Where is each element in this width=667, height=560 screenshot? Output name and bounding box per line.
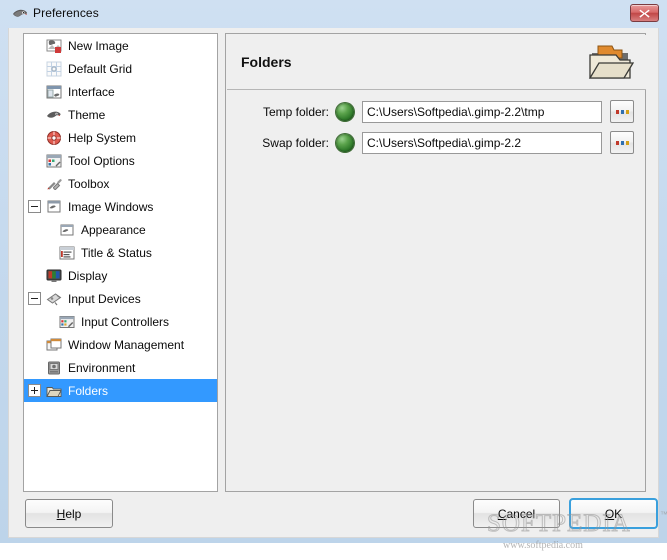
image-windows-icon [46,199,62,215]
sidebar-item-label: Image Windows [68,199,154,214]
tree-expander-spacer [28,85,41,98]
collapse-icon[interactable] [28,200,41,213]
tree-expander-spacer [28,269,41,282]
ok-rest: K [614,506,623,521]
sidebar-item-title-status[interactable]: Title & Status [24,241,217,264]
close-icon[interactable] [630,4,659,22]
title-status-icon [59,245,75,261]
environment-icon [46,360,62,376]
tree-expander-spacer [28,338,41,351]
input-devices-icon [46,291,62,307]
field-row: Temp folder: C:\Users\Softpedia\.gimp-2.2… [226,96,647,127]
folders-panel: Folders Temp folder: C:\Users\Softpedia\.… [225,33,646,492]
sidebar-item-label: Help System [68,130,137,145]
preferences-tree[interactable]: New Image Default Grid Interface Theme Help … [23,33,218,492]
sidebar-item-label: Environment [68,360,136,375]
temp-folder-input[interactable]: C:\Users\Softpedia\.gimp-2.2\tmp [362,100,602,123]
green-led-icon[interactable] [336,133,354,152]
sidebar-item-label: Input Devices [68,291,141,306]
window-title: Preferences [33,6,99,20]
sidebar-item-toolbox[interactable]: Toolbox [24,172,217,195]
field-label: Temp folder: [262,104,329,119]
field-label: Swap folder: [262,135,329,150]
sidebar-item-new-image[interactable]: New Image [24,34,217,57]
sidebar-item-label: Toolbox [68,176,110,191]
browse-button[interactable] [610,100,634,123]
green-led-icon[interactable] [336,102,354,121]
sidebar-item-label: Folders [68,383,109,398]
sidebar-item-theme[interactable]: Theme [24,103,217,126]
new-image-icon [46,38,62,54]
tree-expander-spacer [28,131,41,144]
ok-accel: O [604,506,615,521]
watermark-tm: ™ [660,510,667,519]
title-bar: Preferences [0,0,667,28]
sidebar-item-label: Input Controllers [81,314,170,329]
toolbox-icon [46,176,62,192]
collapse-icon[interactable] [28,292,41,305]
watermark-sub: www.softpedia.com [503,540,583,551]
preferences-window: Preferences New Image Default Grid Interfa… [0,0,667,551]
tree-expander-spacer [28,108,41,121]
folder-fields: Temp folder: C:\Users\Softpedia\.gimp-2.2… [226,96,647,158]
sidebar-item-label: Interface [68,84,115,99]
sidebar-item-label: Theme [68,107,106,122]
input-controllers-icon [59,314,75,330]
sidebar-item-input-controllers[interactable]: Input Controllers [24,310,217,333]
tree-expander-spacer [28,154,41,167]
cancel-button[interactable]: Cancel [473,499,560,528]
sidebar-item-label: Title & Status [81,245,152,260]
tree-expander-spacer [28,62,41,75]
sidebar-item-folders[interactable]: Folders [24,379,217,402]
panel-header: Folders [227,35,646,90]
sidebar-item-environment[interactable]: Environment [24,356,217,379]
sidebar-item-image-windows[interactable]: Image Windows [24,195,217,218]
sidebar-item-appearance[interactable]: Appearance [24,218,217,241]
dialog-body: New Image Default Grid Interface Theme Help … [8,28,667,551]
browse-button[interactable] [610,131,634,154]
sidebar-item-window-management[interactable]: Window Management [24,333,217,356]
page-title: Folders [241,54,292,70]
display-icon [46,268,62,284]
sidebar-item-tool-options[interactable]: Tool Options [24,149,217,172]
theme-icon [46,107,62,123]
cancel-rest: ancel [506,506,536,521]
interface-icon [46,84,62,100]
expand-icon[interactable] [28,384,41,397]
tool-options-icon [46,153,62,169]
help-button[interactable]: Help [25,499,113,528]
tree-expander-spacer [28,361,41,374]
ellipsis-icon [615,140,629,145]
swap-folder-input[interactable]: C:\Users\Softpedia\.gimp-2.2 [362,131,602,154]
sidebar-item-label: Tool Options [68,153,135,168]
sidebar-item-label: New Image [68,38,129,53]
tree-expander-spacer [28,177,41,190]
field-row: Swap folder: C:\Users\Softpedia\.gimp-2.2 [226,127,647,158]
sidebar-item-help-system[interactable]: Help System [24,126,217,149]
tree-expander-spacer [28,39,41,52]
window-management-icon [46,337,62,353]
help-accel: H [56,506,66,521]
sidebar-item-input-devices[interactable]: Input Devices [24,287,217,310]
sidebar-item-label: Window Management [68,337,185,352]
sidebar-item-display[interactable]: Display [24,264,217,287]
sidebar-item-label: Appearance [81,222,146,237]
ok-button[interactable]: OK [569,498,658,529]
help-system-icon [46,130,62,146]
folders-icon [46,383,62,399]
default-grid-icon [46,61,62,77]
sidebar-item-default-grid[interactable]: Default Grid [24,57,217,80]
sidebar-item-label: Default Grid [68,61,133,76]
help-rest: elp [65,506,82,521]
cancel-accel: C [497,506,507,521]
sidebar-item-label: Display [68,268,108,283]
sidebar-item-interface[interactable]: Interface [24,80,217,103]
open-folder-icon [586,41,635,83]
appearance-icon [59,222,75,238]
ellipsis-icon [615,109,629,114]
wilber-icon [12,7,28,21]
